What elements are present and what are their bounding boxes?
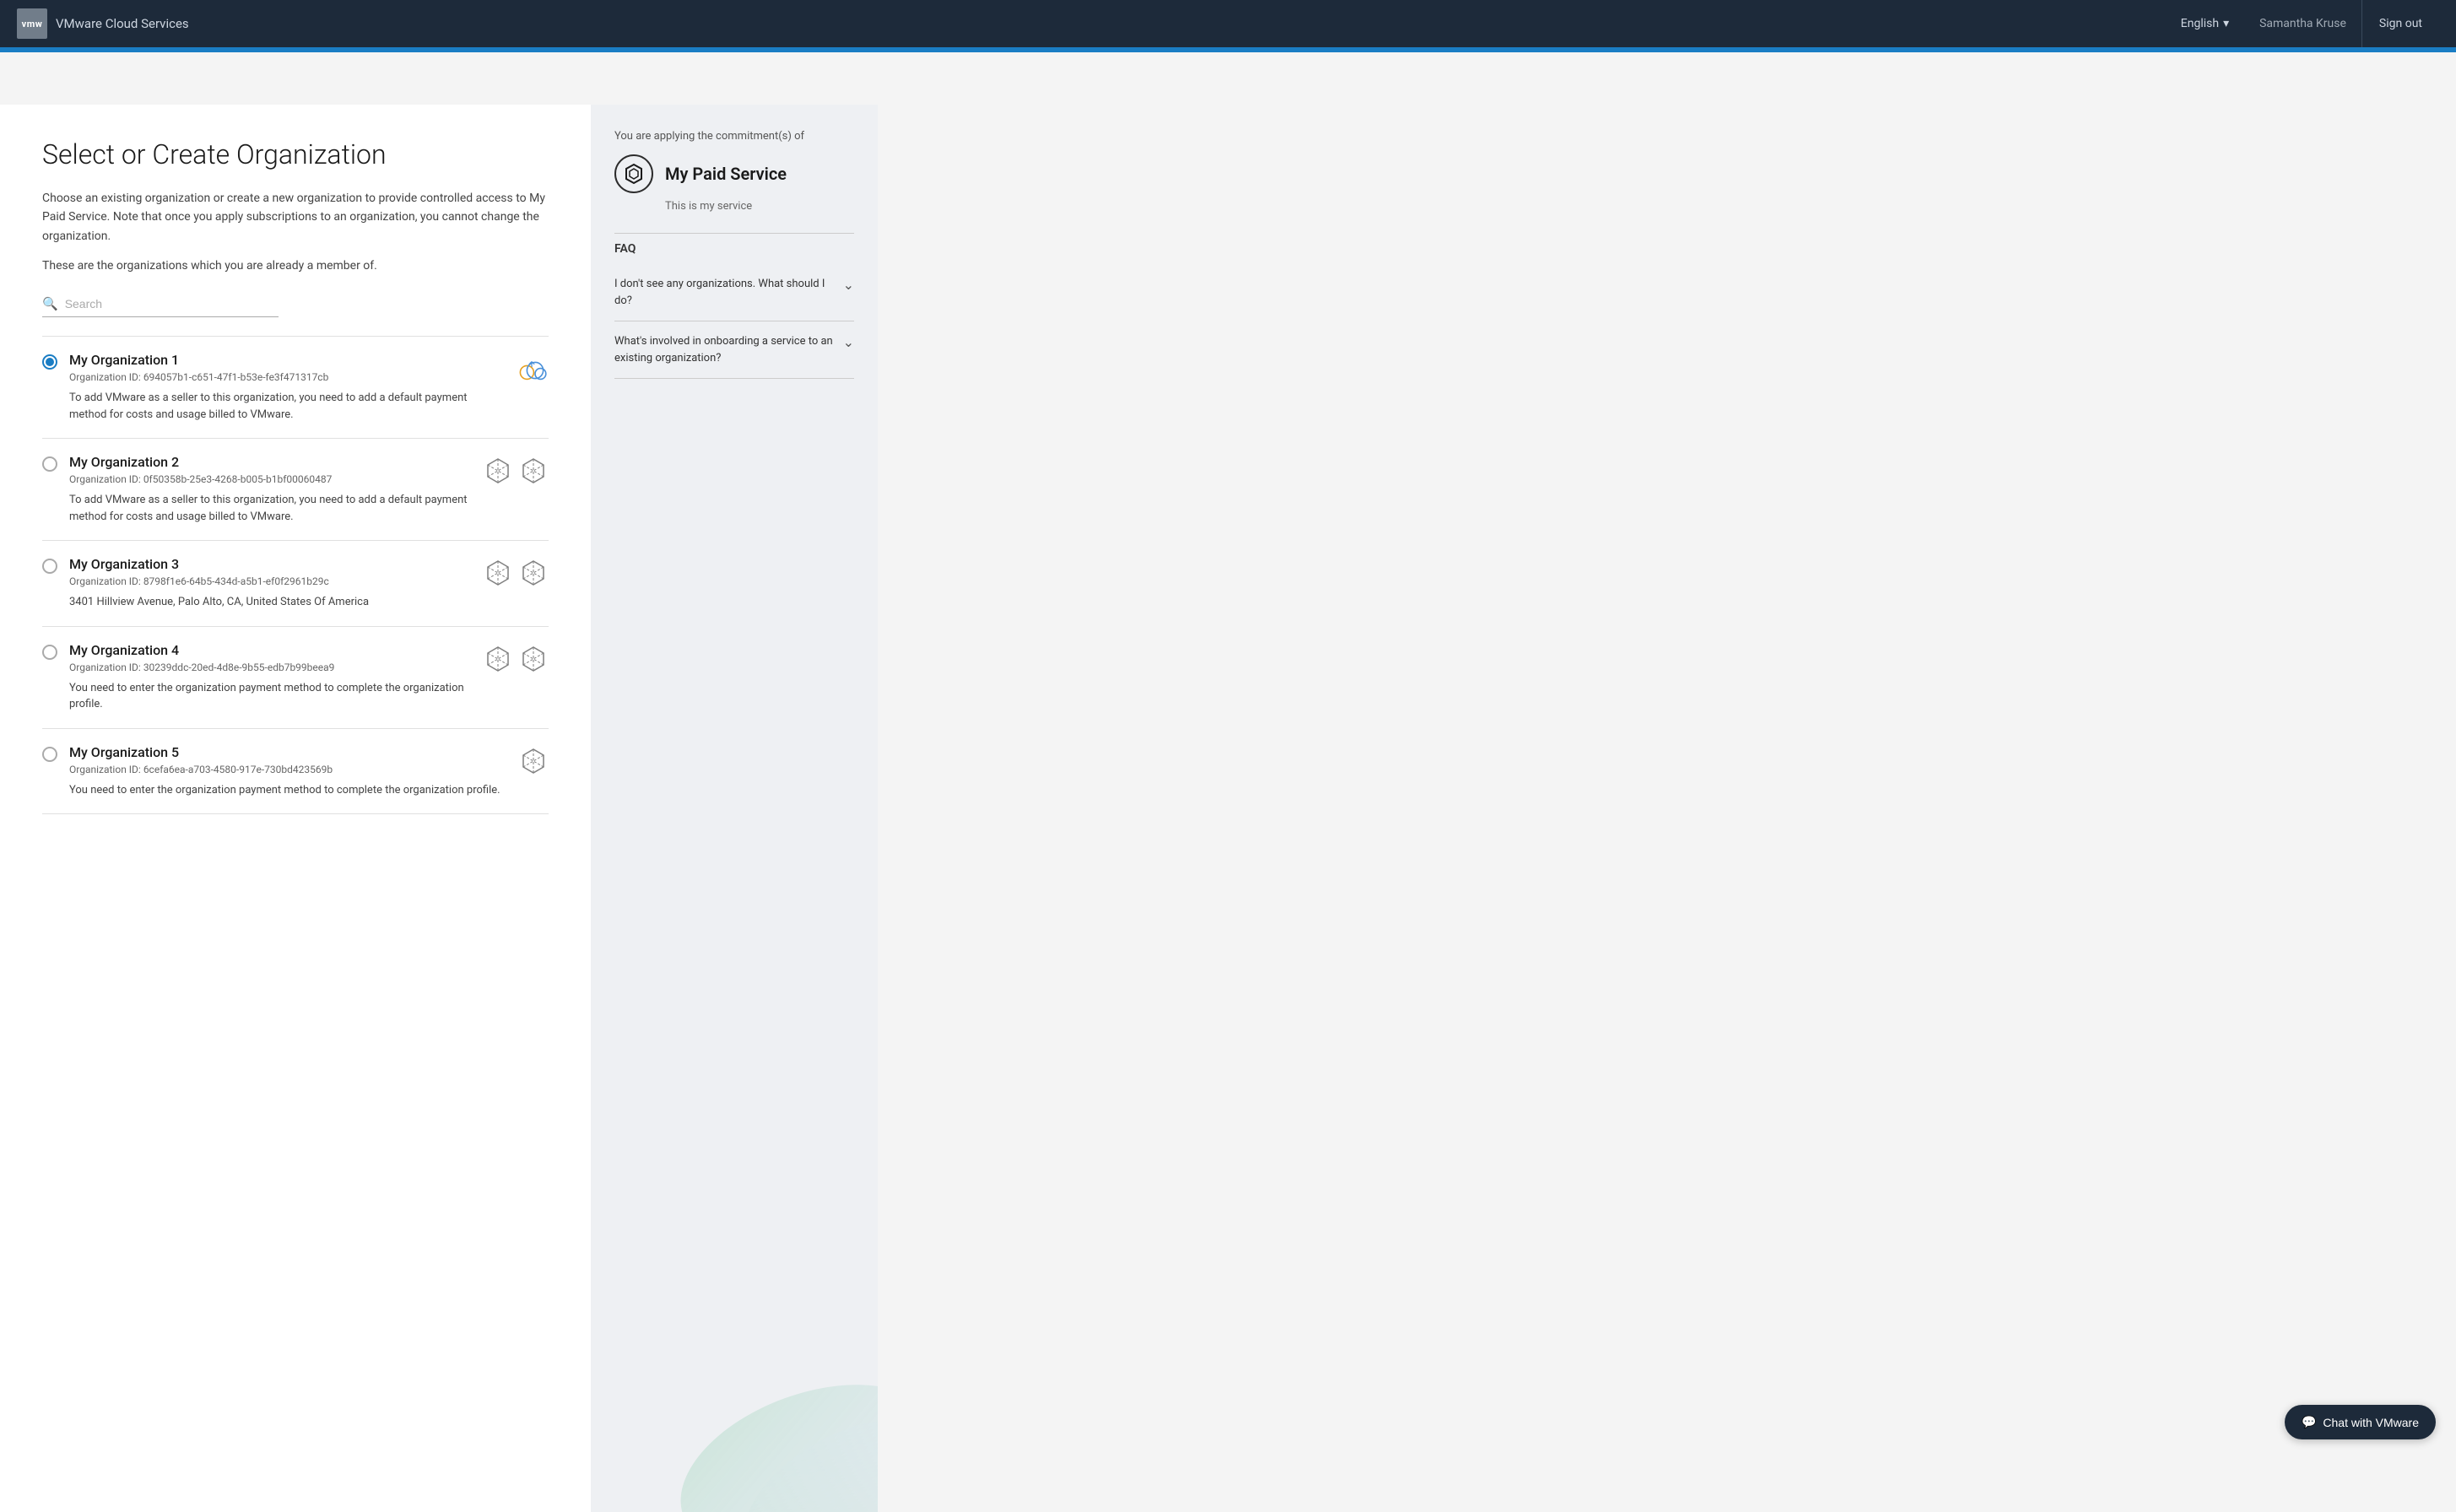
sign-out-button[interactable]: Sign out [2361,0,2439,47]
org-id-4: Organization ID: 30239ddc-20ed-4d8e-9b55… [69,662,471,673]
faq-chevron-1: ⌄ [843,277,854,293]
cloud-icon [515,354,549,387]
search-icon: 🔍 [42,296,58,311]
header-logo: vmw VMware Cloud Services [17,8,2166,39]
faq-item-1[interactable]: I don't see any organizations. What shou… [614,264,854,321]
page-title: Select or Create Organization [42,138,549,170]
faq-divider [614,233,854,234]
org-radio-5[interactable] [42,747,57,762]
header: vmw VMware Cloud Services English ▾ Sama… [0,0,2456,47]
org-icons-3 [483,558,549,588]
applying-label: You are applying the commitment(s) of [614,130,854,143]
org-icons-5 [518,746,549,776]
org-details-5: My Organization 5 Organization ID: 6cefa6… [69,744,506,799]
org-list: My Organization 1 Organization ID: 694057… [42,336,549,814]
search-container: 🔍 [42,296,279,317]
faq-title: FAQ [614,242,854,256]
language-label: English [2181,17,2219,30]
blue-accent-bar [0,47,2456,52]
org-details-1: My Organization 1 Organization ID: 694057… [69,352,503,423]
faq-question-text-2: What's involved in onboarding a service … [614,333,835,366]
org-item-2[interactable]: My Organization 2 Organization ID: 0f5035… [42,439,549,541]
org-note-4: You need to enter the organization payme… [69,680,471,713]
org-radio-3[interactable] [42,559,57,574]
org-item-1[interactable]: My Organization 1 Organization ID: 694057… [42,337,549,439]
org-icons-1 [515,354,549,387]
org-item-4[interactable]: My Organization 4 Organization ID: 30239d… [42,627,549,729]
org-icons-2 [483,456,549,486]
service-row: My Paid Service [614,154,854,193]
member-text: These are the organizations which you ar… [42,259,549,273]
org-note-2: To add VMware as a seller to this organi… [69,492,471,525]
org-name-1: My Organization 1 [69,352,503,368]
cube-icon-left [483,456,513,486]
org-details-2: My Organization 2 Organization ID: 0f5035… [69,454,471,525]
lang-chevron-icon: ▾ [2223,17,2229,30]
header-right: English ▾ Samantha Kruse Sign out [2166,0,2439,47]
chat-label: Chat with VMware [2323,1416,2419,1429]
faq-chevron-2: ⌄ [843,334,854,350]
org-details-4: My Organization 4 Organization ID: 30239d… [69,642,471,713]
org-radio-1[interactable] [42,354,57,370]
cube-icon-right [518,456,549,486]
chat-button[interactable]: 💬 Chat with VMware [2285,1405,2436,1439]
sidebar-decoration [641,1360,878,1512]
org-radio-4[interactable] [42,645,57,660]
description-text: Choose an existing organization or creat… [42,189,549,246]
service-icon [614,154,653,193]
org-icons-4 [483,644,549,674]
org-id-2: Organization ID: 0f50358b-25e3-4268-b005… [69,473,471,485]
cube-icon-right [518,558,549,588]
main-layout: Select or Create Organization Choose an … [0,105,2456,1512]
org-item-5[interactable]: My Organization 5 Organization ID: 6cefa6… [42,729,549,815]
vmware-logo-text: vmw [22,19,43,30]
chat-icon: 💬 [2302,1415,2316,1429]
org-id-1: Organization ID: 694057b1-c651-47f1-b53e… [69,371,503,383]
org-note-5: You need to enter the organization payme… [69,782,506,799]
sidebar: You are applying the commitment(s) of My… [591,105,878,1512]
org-id-3: Organization ID: 8798f1e6-64b5-434d-a5b1… [69,575,471,587]
org-note-3: 3401 Hillview Avenue, Palo Alto, CA, Uni… [69,594,471,611]
org-name-3: My Organization 3 [69,556,471,572]
org-item-3[interactable]: My Organization 3 Organization ID: 8798f1… [42,541,549,627]
service-description: This is my service [614,200,854,213]
org-radio-2[interactable] [42,456,57,472]
user-name: Samantha Kruse [2244,17,2361,30]
app-name: VMware Cloud Services [56,16,189,31]
cube-icon-left [483,644,513,674]
org-note-1: To add VMware as a seller to this organi… [69,390,503,423]
service-name: My Paid Service [665,164,787,184]
faq-question-2[interactable]: What's involved in onboarding a service … [614,333,854,366]
main-content: Select or Create Organization Choose an … [0,105,591,1512]
faq-question-text-1: I don't see any organizations. What shou… [614,276,835,309]
org-name-2: My Organization 2 [69,454,471,470]
vmware-logo: vmw [17,8,47,39]
faq-question-1[interactable]: I don't see any organizations. What shou… [614,276,854,309]
org-name-4: My Organization 4 [69,642,471,658]
search-input[interactable] [65,297,279,310]
faq-item-2[interactable]: What's involved in onboarding a service … [614,321,854,379]
cube-icon-single [518,746,549,776]
language-selector[interactable]: English ▾ [2166,17,2244,30]
org-details-3: My Organization 3 Organization ID: 8798f1… [69,556,471,611]
cube-icon-left [483,558,513,588]
cube-icon-right [518,644,549,674]
org-name-5: My Organization 5 [69,744,506,760]
org-id-5: Organization ID: 6cefa6ea-a703-4580-917e… [69,764,506,775]
